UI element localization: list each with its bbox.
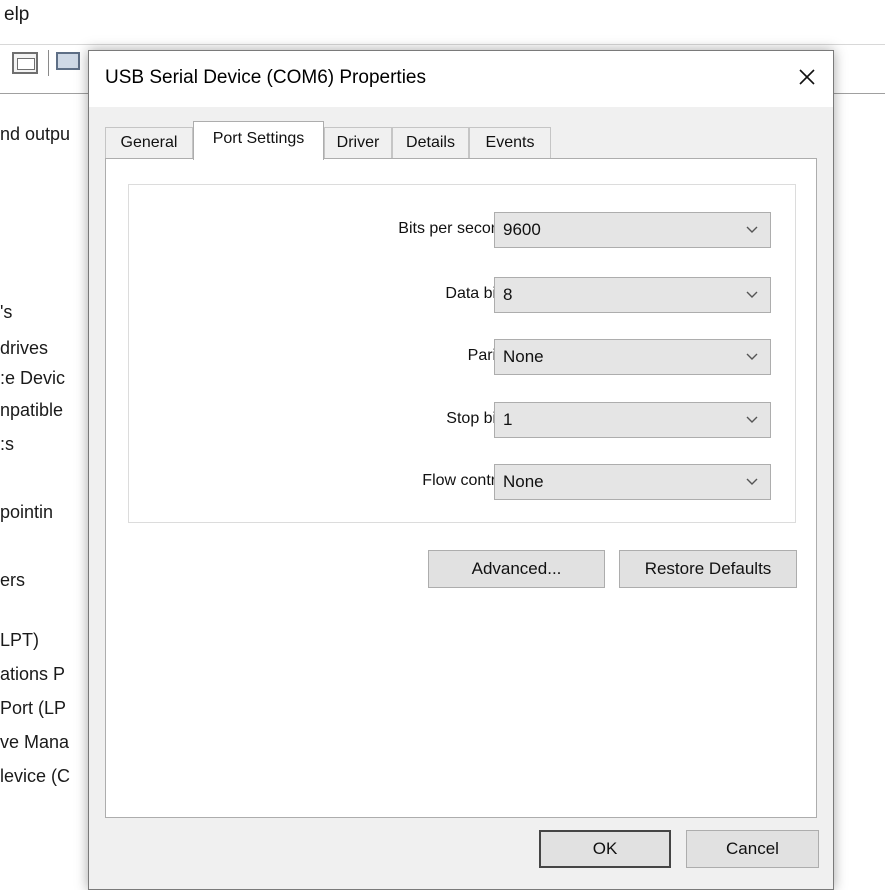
parity-dropdown[interactable]: None [494, 339, 771, 375]
tree-item[interactable]: ations P [0, 664, 65, 685]
tab-events[interactable]: Events [469, 127, 551, 158]
dialog-title-bar[interactable]: USB Serial Device (COM6) Properties [89, 51, 833, 107]
data-bits-dropdown[interactable]: 8 [494, 277, 771, 313]
data-bits-value: 8 [503, 285, 513, 304]
tree-item[interactable]: :s [0, 434, 14, 455]
chevron-down-icon [746, 416, 758, 423]
tree-item[interactable]: ers [0, 570, 25, 591]
stop-bits-value: 1 [503, 410, 513, 429]
menu-help[interactable]: elp [4, 4, 29, 26]
close-icon [799, 69, 815, 85]
restore-defaults-button[interactable]: Restore Defaults [619, 550, 797, 588]
chevron-down-icon [746, 226, 758, 233]
tree-item[interactable]: 's [0, 302, 12, 323]
tree-item[interactable]: LPT) [0, 630, 39, 651]
close-button[interactable] [787, 57, 827, 97]
flow-control-value: None [503, 472, 544, 491]
properties-icon[interactable] [12, 52, 38, 74]
advanced-button[interactable]: Advanced... [428, 550, 605, 588]
properties-dialog: USB Serial Device (COM6) Properties Gene… [88, 50, 834, 890]
tree-item[interactable]: Port (LP [0, 698, 66, 719]
parity-value: None [503, 347, 544, 366]
tab-general[interactable]: General [105, 127, 193, 158]
bits-per-second-dropdown[interactable]: 9600 [494, 212, 771, 248]
chevron-down-icon [746, 353, 758, 360]
dialog-title: USB Serial Device (COM6) Properties [105, 67, 426, 88]
tab-port-settings[interactable]: Port Settings [193, 121, 324, 160]
bits-per-second-value: 9600 [503, 220, 541, 239]
cancel-button[interactable]: Cancel [686, 830, 819, 868]
chevron-down-icon [746, 291, 758, 298]
tree-item[interactable]: nd outpu [0, 124, 70, 145]
chevron-down-icon [746, 478, 758, 485]
tree-item[interactable]: drives [0, 338, 48, 359]
tree-item[interactable]: levice (C [0, 766, 70, 787]
tree-item[interactable]: :e Devic [0, 368, 65, 389]
tree-item[interactable]: ve Mana [0, 732, 69, 753]
monitor-icon[interactable] [56, 52, 80, 70]
tree-item[interactable]: npatible [0, 400, 63, 421]
toolbar-divider [48, 50, 49, 76]
tree-item[interactable]: pointin [0, 502, 53, 523]
port-settings-panel: Bits per second: 9600 Data bits: 8 Parit… [105, 158, 817, 818]
tab-details[interactable]: Details [392, 127, 469, 158]
stop-bits-dropdown[interactable]: 1 [494, 402, 771, 438]
flow-control-dropdown[interactable]: None [494, 464, 771, 500]
background-menubar: elp [0, 0, 885, 40]
device-tree: nd outpu 's drives :e Devic npatible :s … [0, 94, 100, 879]
tab-driver[interactable]: Driver [324, 127, 392, 158]
port-settings-group: Bits per second: 9600 Data bits: 8 Parit… [128, 184, 796, 523]
ok-button[interactable]: OK [539, 830, 671, 868]
